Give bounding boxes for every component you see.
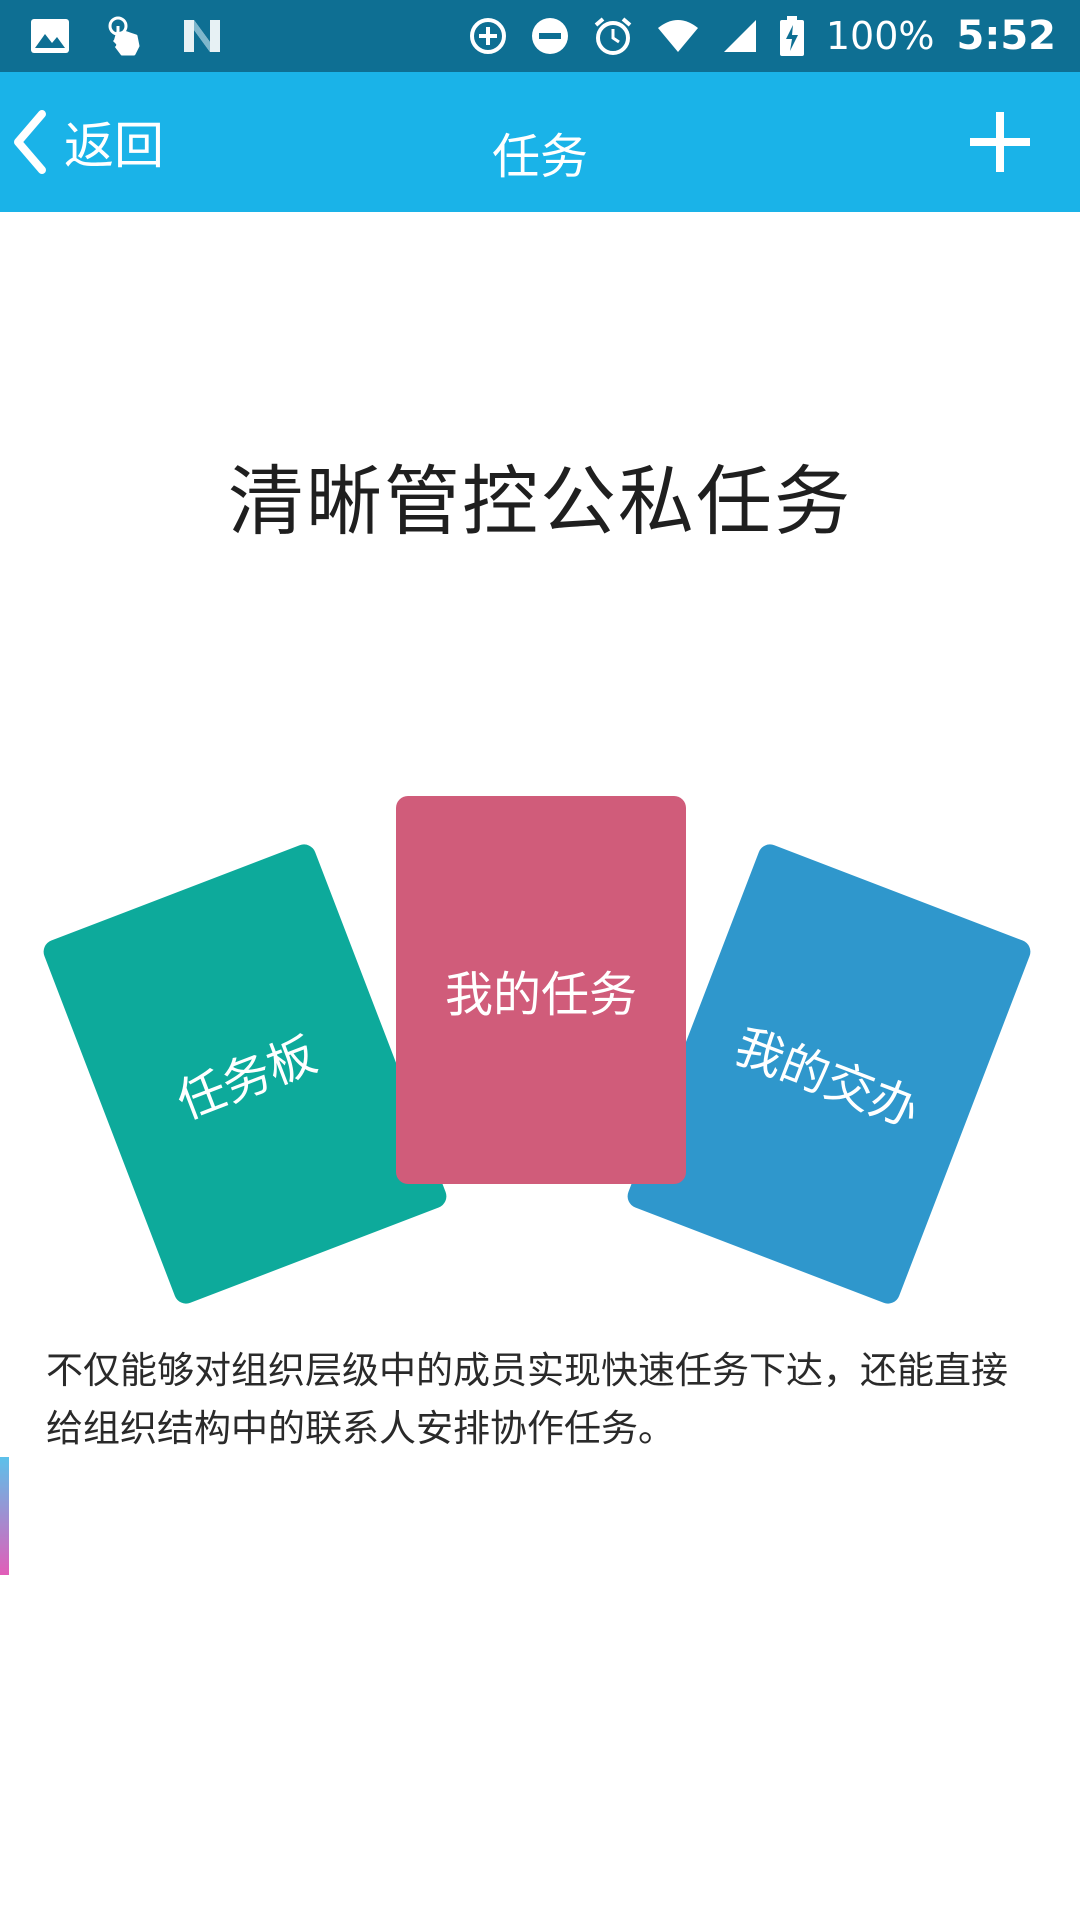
data-saver-icon <box>468 16 508 56</box>
task-board-card[interactable]: 任务板 <box>40 840 450 1308</box>
wifi-icon <box>656 18 700 54</box>
edge-handle[interactable] <box>0 1457 9 1575</box>
description-text: 不仅能够对组织层级中的成员实现快速任务下达，还能直接给组织结构中的联系人安排协作… <box>46 1349 1008 1450</box>
n-logo-icon <box>182 18 222 54</box>
alarm-icon <box>592 15 634 57</box>
touch-gesture-icon <box>104 16 148 56</box>
headline: 清晰管控公私任务 <box>228 457 852 546</box>
page-title: 任务 <box>491 129 588 185</box>
status-bar: 100% 5:52 <box>0 0 1080 72</box>
battery-percent: 100% <box>825 14 935 58</box>
battery-charging-icon <box>779 16 804 56</box>
do-not-disturb-icon <box>530 16 570 56</box>
add-button[interactable] <box>960 102 1040 182</box>
my-tasks-card[interactable]: 我的任务 <box>396 796 686 1184</box>
status-bar-right: 100% 5:52 <box>468 0 1056 72</box>
status-bar-left <box>30 0 222 72</box>
task-board-card-label: 任务板 <box>169 1026 325 1131</box>
my-assigned-card-label: 我的交办 <box>727 1018 927 1140</box>
clock-time: 5:52 <box>956 13 1057 59</box>
image-icon <box>30 18 70 54</box>
cell-signal-icon <box>722 18 758 54</box>
app-bar: 返回 任务 <box>0 72 1080 212</box>
plus-icon <box>970 112 1030 172</box>
my-tasks-card-label: 我的任务 <box>444 967 637 1023</box>
